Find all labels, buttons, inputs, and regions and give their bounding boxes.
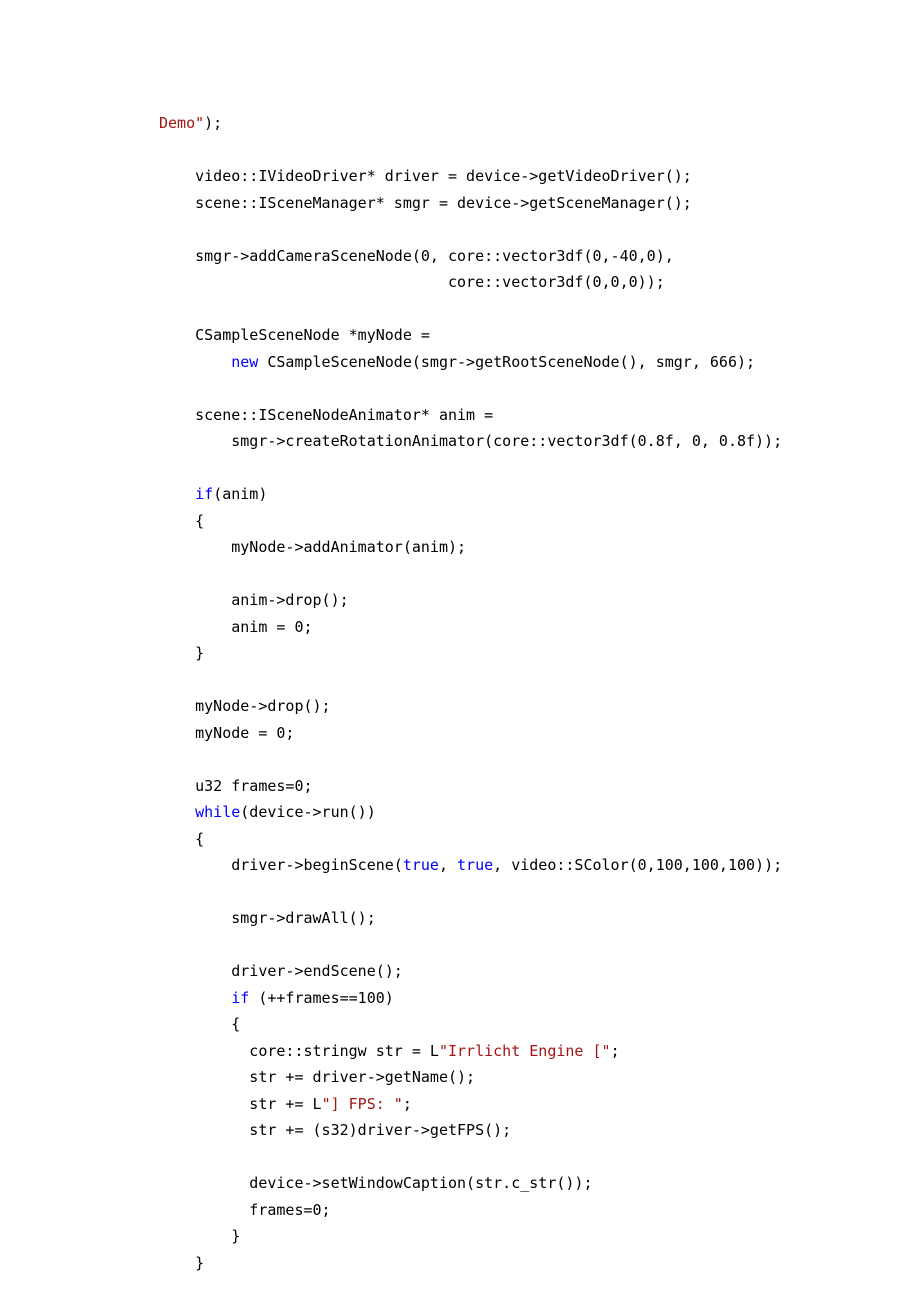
code-text: smgr->addCameraSceneNode(0, core::vector… [159,247,674,265]
code-text: { [159,830,204,848]
code-text: } [159,1254,204,1272]
code-text: u32 frames=0; [159,777,313,795]
code-text: myNode->drop(); [159,697,331,715]
string-literal: Demo" [159,114,204,132]
code-line: new CSampleSceneNode(smgr->getRootSceneN… [159,349,840,376]
code-text: (++frames==100) [249,989,394,1007]
code-text: , video::SColor(0,100,100,100)); [493,856,782,874]
code-line [159,746,840,773]
code-text [159,485,195,503]
code-line: } [159,1223,840,1250]
code-text: myNode = 0; [159,724,294,742]
code-text: { [159,512,204,530]
keyword: new [231,353,258,371]
code-line [159,879,840,906]
code-text: ); [204,114,222,132]
code-text: , [439,856,457,874]
code-line: frames=0; [159,1197,840,1224]
code-text: video::IVideoDriver* driver = device->ge… [159,167,692,185]
code-line: smgr->createRotationAnimator(core::vecto… [159,428,840,455]
code-text: core::stringw str = L [159,1042,439,1060]
code-line: myNode->drop(); [159,693,840,720]
code-line [159,216,840,243]
code-text: CSampleSceneNode *myNode = [159,326,430,344]
code-line [159,932,840,959]
code-text: scene::ISceneNodeAnimator* anim = [159,406,493,424]
code-text: driver->endScene(); [159,962,403,980]
code-line: smgr->addCameraSceneNode(0, core::vector… [159,243,840,270]
code-text [159,353,231,371]
code-line: CSampleSceneNode *myNode = [159,322,840,349]
code-line: driver->beginScene(true, true, video::SC… [159,852,840,879]
code-line: smgr->drawAll(); [159,905,840,932]
keyword: true [457,856,493,874]
string-literal: "] FPS: " [322,1095,403,1113]
code-text: myNode->addAnimator(anim); [159,538,466,556]
code-line: { [159,508,840,535]
code-line: } [159,640,840,667]
code-text: device->setWindowCaption(str.c_str()); [159,1174,592,1192]
code-line: str += (s32)driver->getFPS(); [159,1117,840,1144]
code-line: myNode = 0; [159,720,840,747]
code-line: { [159,1011,840,1038]
code-line: if(anim) [159,481,840,508]
code-line: Demo"); [159,110,840,137]
code-line: anim = 0; [159,614,840,641]
code-text: anim = 0; [159,618,313,636]
code-line [159,137,840,164]
code-line: core::vector3df(0,0,0)); [159,269,840,296]
code-line: core::stringw str = L"Irrlicht Engine ["… [159,1038,840,1065]
code-line: } [159,1250,840,1277]
code-line [159,455,840,482]
code-text: str += (s32)driver->getFPS(); [159,1121,511,1139]
code-line: anim->drop(); [159,587,840,614]
code-document: Demo"); video::IVideoDriver* driver = de… [0,0,920,1276]
code-line: device->setWindowCaption(str.c_str()); [159,1170,840,1197]
code-text: } [159,644,204,662]
code-text: (anim) [213,485,267,503]
code-text [159,989,231,1007]
code-text: scene::ISceneManager* smgr = device->get… [159,194,692,212]
code-text: driver->beginScene( [159,856,403,874]
code-text: str += L [159,1095,322,1113]
keyword: true [403,856,439,874]
code-line: { [159,826,840,853]
code-line [159,296,840,323]
code-text: frames=0; [159,1201,331,1219]
keyword: if [195,485,213,503]
code-line: u32 frames=0; [159,773,840,800]
code-text: smgr->drawAll(); [159,909,376,927]
code-line: if (++frames==100) [159,985,840,1012]
code-line: scene::ISceneNodeAnimator* anim = [159,402,840,429]
code-text: str += driver->getName(); [159,1068,475,1086]
code-line: myNode->addAnimator(anim); [159,534,840,561]
code-text: smgr->createRotationAnimator(core::vecto… [159,432,782,450]
code-line [159,375,840,402]
code-text: core::vector3df(0,0,0)); [159,273,665,291]
code-line: driver->endScene(); [159,958,840,985]
code-line: str += L"] FPS: "; [159,1091,840,1118]
code-line: while(device->run()) [159,799,840,826]
code-text: } [159,1227,240,1245]
code-text [159,803,195,821]
code-text: (device->run()) [240,803,375,821]
code-line [159,561,840,588]
code-block: Demo"); video::IVideoDriver* driver = de… [159,110,840,1276]
code-text: ; [611,1042,620,1060]
string-literal: "Irrlicht Engine [" [439,1042,611,1060]
keyword: while [195,803,240,821]
code-text: { [159,1015,240,1033]
code-text: CSampleSceneNode(smgr->getRootSceneNode(… [258,353,755,371]
code-line: video::IVideoDriver* driver = device->ge… [159,163,840,190]
code-line: str += driver->getName(); [159,1064,840,1091]
code-text: anim->drop(); [159,591,349,609]
code-line [159,1144,840,1171]
code-line: scene::ISceneManager* smgr = device->get… [159,190,840,217]
code-text: ; [403,1095,412,1113]
keyword: if [231,989,249,1007]
code-line [159,667,840,694]
